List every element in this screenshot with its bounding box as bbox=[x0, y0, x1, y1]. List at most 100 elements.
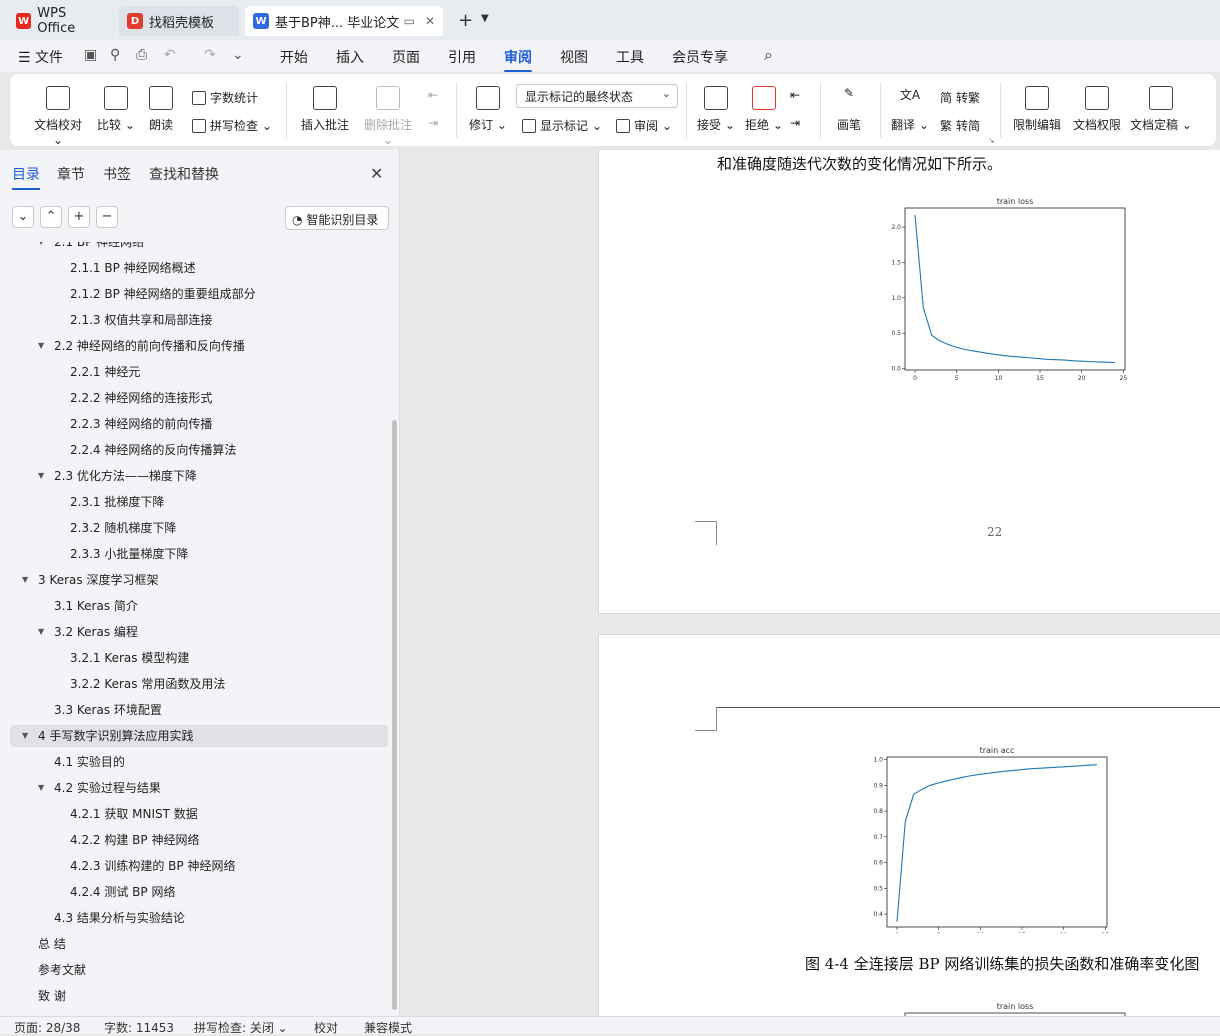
share-icon[interactable]: ⚲ bbox=[110, 47, 120, 63]
toc-item[interactable]: 2.2.3 神经网络的前向传播 bbox=[10, 413, 388, 435]
print-preview-icon[interactable]: ⎙ bbox=[136, 47, 147, 63]
toc-item[interactable]: 3.2.1 Keras 模型构建 bbox=[10, 647, 388, 669]
reject-button[interactable]: 拒绝 ⌄ bbox=[744, 86, 784, 133]
toc-item[interactable]: 2.2.4 神经网络的反向传播算法 bbox=[10, 439, 388, 461]
doc-finalize-button[interactable]: 文档定稿 ⌄ bbox=[1130, 86, 1192, 133]
chevron-down-icon[interactable]: ▼ bbox=[481, 13, 489, 24]
toc-item[interactable]: 总 结 bbox=[10, 933, 388, 955]
file-menu[interactable]: ☰ 文件 bbox=[18, 47, 63, 67]
word-count-button[interactable]: 字数统计 bbox=[192, 89, 258, 106]
tab-document[interactable]: W 基于BP神... 毕业论文 ▭ ✕ bbox=[245, 6, 443, 36]
toc-item[interactable]: 4.2.4 测试 BP 网络 bbox=[10, 881, 388, 903]
save-icon[interactable]: ▣ bbox=[84, 47, 97, 63]
menu-tools[interactable]: 工具 bbox=[616, 47, 644, 67]
insert-comment-button[interactable]: 插入批注 bbox=[298, 86, 352, 133]
toc-item[interactable]: 2.1.1 BP 神经网络概述 bbox=[10, 257, 388, 279]
tab-templates[interactable]: D 找稻壳模板 bbox=[119, 6, 239, 36]
spell-check-button[interactable]: 拼写检查 ⌄ bbox=[192, 117, 272, 134]
toc-item[interactable]: 3.2.2 Keras 常用函数及用法 bbox=[10, 673, 388, 695]
toc-item[interactable]: 2.2.2 神经网络的连接形式 bbox=[10, 387, 388, 409]
remove-heading-button[interactable]: − bbox=[96, 206, 118, 228]
toc-item[interactable]: 4.2.2 构建 BP 神经网络 bbox=[10, 829, 388, 851]
accept-button[interactable]: 接受 ⌄ bbox=[696, 86, 736, 133]
next-change-icon[interactable]: ⇥ bbox=[790, 116, 800, 130]
tab-find-replace[interactable]: 查找和替换 bbox=[149, 164, 219, 184]
undo-icon[interactable]: ↶ bbox=[164, 47, 176, 63]
toc-item[interactable]: 致 谢 bbox=[10, 985, 388, 1007]
toc-item[interactable]: 4.2.1 获取 MNIST 数据 bbox=[10, 803, 388, 825]
to-traditional-button[interactable]: 简 转繁 bbox=[940, 89, 980, 106]
revise-button[interactable]: 修订 ⌄ bbox=[468, 86, 508, 133]
toc-item[interactable]: 参考文献 bbox=[10, 959, 388, 981]
menu-references[interactable]: 引用 bbox=[448, 47, 476, 67]
close-icon[interactable]: ✕ bbox=[370, 164, 383, 183]
tab-wps-office[interactable]: W WPS Office bbox=[8, 6, 113, 36]
spell-check-status[interactable]: 拼写检查: 关闭 ⌄ bbox=[194, 1019, 288, 1036]
expand-triangle-icon[interactable]: ▼ bbox=[38, 465, 44, 487]
expand-triangle-icon[interactable]: ▼ bbox=[38, 242, 44, 253]
toc-item[interactable]: 2.2.1 神经元 bbox=[10, 361, 388, 383]
next-comment-icon[interactable]: ⇥ bbox=[428, 116, 438, 130]
menu-insert[interactable]: 插入 bbox=[336, 47, 364, 67]
toc-item[interactable]: 2.1.2 BP 神经网络的重要组成部分 bbox=[10, 283, 388, 305]
tab-bookmarks[interactable]: 书签 bbox=[103, 164, 131, 184]
read-aloud-button[interactable]: 朗读 bbox=[146, 86, 176, 133]
show-markup-button[interactable]: 显示标记 ⌄ bbox=[522, 117, 602, 134]
menu-home[interactable]: 开始 bbox=[280, 47, 308, 67]
toc-item[interactable]: 4.1 实验目的 bbox=[10, 751, 388, 773]
collapse-all-button[interactable]: ⌄ bbox=[12, 206, 34, 228]
to-simplified-button[interactable]: 繁 转简 bbox=[940, 117, 980, 134]
menu-view[interactable]: 视图 bbox=[560, 47, 588, 67]
toc-item[interactable]: 2.3.2 随机梯度下降 bbox=[10, 517, 388, 539]
prev-change-icon[interactable]: ⇤ bbox=[790, 88, 800, 102]
sidebar-scrollbar[interactable] bbox=[392, 420, 397, 1010]
redo-icon[interactable]: ↷ bbox=[204, 47, 216, 63]
close-tab-icon[interactable]: ✕ bbox=[425, 14, 435, 28]
track-state-select[interactable]: 显示标记的最终状态 ⌄ bbox=[516, 84, 678, 108]
toc-item[interactable]: 4.3 结果分析与实验结论 bbox=[10, 907, 388, 929]
proof-status[interactable]: 校对 bbox=[314, 1019, 338, 1036]
window-icon[interactable]: ▭ bbox=[404, 14, 415, 28]
pen-button[interactable]: ✎ 画笔 bbox=[832, 86, 866, 133]
search-icon[interactable]: ⌕ bbox=[764, 45, 773, 65]
expand-triangle-icon[interactable]: ▼ bbox=[38, 335, 44, 357]
toc-item[interactable]: 2.3.1 批梯度下降 bbox=[10, 491, 388, 513]
doc-permission-button[interactable]: 文档权限 bbox=[1070, 86, 1124, 133]
expand-triangle-icon[interactable]: ▼ bbox=[38, 777, 44, 799]
translate-button[interactable]: 文A 翻译 ⌄ bbox=[890, 86, 930, 133]
word-count-indicator[interactable]: 字数: 11453 bbox=[104, 1019, 174, 1036]
group-expand-icon[interactable]: ↘ bbox=[988, 136, 995, 145]
expand-triangle-icon[interactable]: ▼ bbox=[22, 569, 28, 591]
toc-item[interactable]: ▼ 3 Keras 深度学习框架 bbox=[10, 569, 388, 591]
toc-item[interactable]: ▼ 2.3 优化方法——梯度下降 bbox=[10, 465, 388, 487]
toc-item[interactable]: 3.3 Keras 环境配置 bbox=[10, 699, 388, 721]
restrict-edit-button[interactable]: 限制编辑 bbox=[1010, 86, 1064, 133]
more-chevron-icon[interactable]: ⌄ bbox=[232, 47, 244, 63]
toc-item[interactable]: 3.1 Keras 简介 bbox=[10, 595, 388, 617]
compare-button[interactable]: 比较 ⌄ bbox=[96, 86, 136, 133]
doc-check-button[interactable]: 文档校对 ⌄ bbox=[28, 86, 88, 147]
toc-item[interactable]: ▼ 2.2 神经网络的前向传播和反向传播 bbox=[10, 335, 388, 357]
toc-item[interactable]: ▼ 4 手写数字识别算法应用实践 bbox=[10, 725, 388, 747]
expand-triangle-icon[interactable]: ▼ bbox=[22, 725, 28, 747]
tab-toc[interactable]: 目录 bbox=[12, 164, 40, 190]
expand-triangle-icon[interactable]: ▼ bbox=[38, 621, 44, 643]
new-tab-button[interactable]: + bbox=[458, 10, 473, 31]
review-pane-button[interactable]: 审阅 ⌄ bbox=[616, 117, 672, 134]
prev-comment-icon[interactable]: ⇤ bbox=[428, 88, 438, 102]
menu-member[interactable]: 会员专享 bbox=[672, 47, 728, 67]
toc-item[interactable]: ▼ 3.2 Keras 编程 bbox=[10, 621, 388, 643]
toc-item[interactable]: ▼ 4.2 实验过程与结果 bbox=[10, 777, 388, 799]
delete-comment-button[interactable]: 删除批注 ⌄ bbox=[358, 86, 418, 147]
smart-toc-button[interactable]: ◔ 智能识别目录 bbox=[285, 206, 389, 230]
toc-item[interactable]: ▼ 2.1 BP 神经网络 bbox=[10, 242, 388, 253]
page-indicator[interactable]: 页面: 28/38 bbox=[14, 1019, 80, 1036]
expand-up-button[interactable]: ⌃ bbox=[40, 206, 62, 228]
menu-page[interactable]: 页面 bbox=[392, 47, 420, 67]
tab-chapters[interactable]: 章节 bbox=[57, 164, 85, 184]
toc-item[interactable]: 4.2.3 训练构建的 BP 神经网络 bbox=[10, 855, 388, 877]
menu-review[interactable]: 审阅 bbox=[504, 47, 532, 72]
toc-item[interactable]: 2.1.3 权值共享和局部连接 bbox=[10, 309, 388, 331]
add-heading-button[interactable]: + bbox=[68, 206, 90, 228]
toc-item[interactable]: 2.3.3 小批量梯度下降 bbox=[10, 543, 388, 565]
